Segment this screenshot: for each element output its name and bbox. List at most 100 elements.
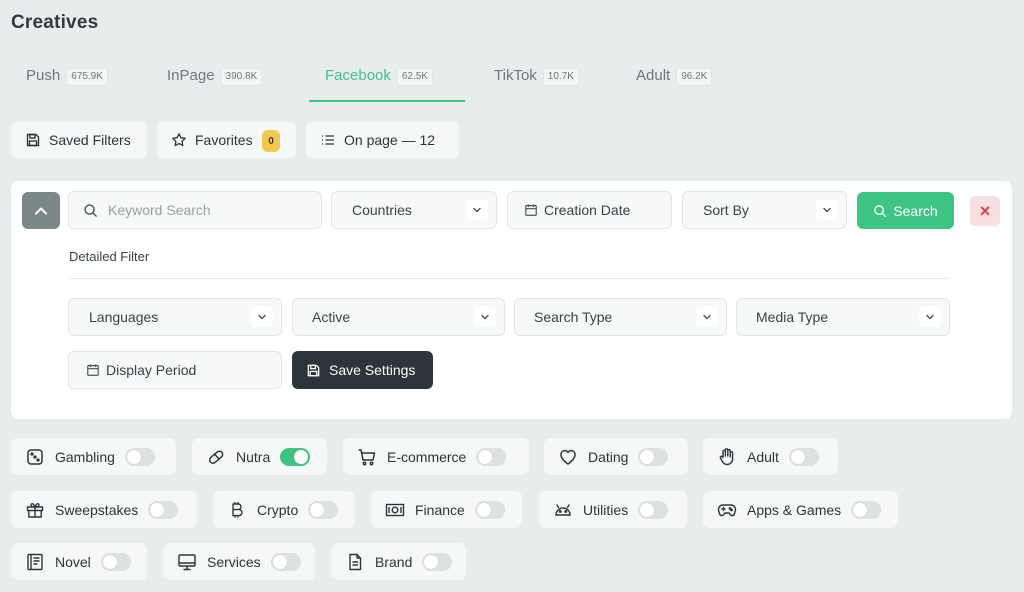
category-toggle[interactable] xyxy=(124,447,155,466)
save-settings-label: Save Settings xyxy=(329,362,416,378)
tab-count-badge: 96.2K xyxy=(676,68,713,86)
category-label: Services xyxy=(207,553,261,570)
category-gambling[interactable]: Gambling xyxy=(11,438,176,475)
tab-inpage[interactable]: InPage 390.8K xyxy=(167,60,263,102)
category-novel[interactable]: Novel xyxy=(11,543,147,580)
category-toggle[interactable] xyxy=(148,500,179,519)
divider xyxy=(69,278,950,279)
tab-label: InPage xyxy=(167,67,215,84)
favorites-button[interactable]: Favorites 0 xyxy=(157,122,296,158)
category-adult[interactable]: Adult xyxy=(703,438,838,475)
collapse-filter-button[interactable] xyxy=(22,192,60,229)
favorites-label: Favorites xyxy=(195,132,253,148)
search-type-label: Search Type xyxy=(534,309,613,325)
category-label: Brand xyxy=(375,553,413,570)
tab-adult[interactable]: Adult 96.2K xyxy=(636,60,713,102)
category-toggle[interactable] xyxy=(422,552,453,571)
book-icon xyxy=(27,553,43,570)
category-toggle[interactable] xyxy=(308,500,339,519)
category-services[interactable]: Services xyxy=(163,543,315,580)
search-type-select[interactable]: Search Type xyxy=(514,298,727,336)
category-apps-and-games[interactable]: Apps & Games xyxy=(703,491,898,528)
category-toggle[interactable] xyxy=(851,500,882,519)
heart-icon xyxy=(560,449,576,465)
floppy-disk-icon xyxy=(26,133,40,147)
media-type-select[interactable]: Media Type xyxy=(736,298,950,336)
saved-filters-label: Saved Filters xyxy=(49,132,131,148)
display-period-label: Display Period xyxy=(106,362,197,378)
gamepad-icon xyxy=(717,503,737,516)
sort-by-select[interactable]: Sort By xyxy=(682,191,847,229)
category-label: Crypto xyxy=(257,501,299,518)
pill-icon xyxy=(208,449,224,464)
countries-label: Countries xyxy=(352,202,412,218)
on-page-button[interactable]: On page — 12 xyxy=(306,122,459,158)
document-icon xyxy=(349,553,362,570)
category-dating[interactable]: Dating xyxy=(544,438,688,475)
category-toggle[interactable] xyxy=(100,552,131,571)
languages-label: Languages xyxy=(89,309,159,325)
chevron-up-icon xyxy=(35,207,47,214)
android-icon xyxy=(555,503,571,516)
category-toggle[interactable] xyxy=(270,552,301,571)
category-toggle[interactable] xyxy=(638,447,669,466)
category-toggle[interactable] xyxy=(280,447,311,466)
dice-icon xyxy=(27,448,43,465)
on-page-label: On page — 12 xyxy=(344,132,436,148)
category-label: Dating xyxy=(588,448,629,465)
close-filter-button[interactable]: × xyxy=(970,196,1000,226)
display-period-picker[interactable]: Display Period xyxy=(68,351,282,389)
search-button-label: Search xyxy=(893,202,938,219)
tab-count-badge: 675.9K xyxy=(66,68,108,86)
category-e-commerce[interactable]: E-commerce xyxy=(343,438,529,475)
save-settings-button[interactable]: Save Settings xyxy=(292,351,433,389)
search-icon xyxy=(874,204,887,217)
category-toggle[interactable] xyxy=(788,447,819,466)
category-crypto[interactable]: Crypto xyxy=(213,491,355,528)
cart-icon xyxy=(358,448,376,465)
category-label: Sweepstakes xyxy=(55,501,139,518)
detailed-filter-heading: Detailed Filter xyxy=(69,249,150,264)
category-label: Novel xyxy=(55,553,91,570)
chevron-down-icon xyxy=(696,307,718,327)
chevron-down-icon xyxy=(466,200,488,220)
creation-date-picker[interactable]: Creation Date xyxy=(507,191,672,229)
category-brand[interactable]: Brand xyxy=(331,543,466,580)
tab-tiktok[interactable]: TikTok 10.7K xyxy=(494,60,579,102)
active-select[interactable]: Active xyxy=(292,298,505,336)
category-label: Utilities xyxy=(583,501,629,518)
category-utilities[interactable]: Utilities xyxy=(539,491,687,528)
chevron-down-icon xyxy=(251,307,273,327)
category-sweepstakes[interactable]: Sweepstakes xyxy=(11,491,197,528)
category-toggle[interactable] xyxy=(638,500,669,519)
tab-facebook[interactable]: Facebook 62.5K xyxy=(325,60,434,102)
tab-count-badge: 10.7K xyxy=(542,68,579,86)
chevron-down-icon xyxy=(919,307,941,327)
category-nutra[interactable]: Nutra xyxy=(192,438,327,475)
chevron-down-icon xyxy=(474,307,496,327)
tab-count-badge: 62.5K xyxy=(396,68,434,86)
floppy-disk-icon xyxy=(307,364,320,376)
category-label: Adult xyxy=(747,448,779,465)
tab-push[interactable]: Push 675.9K xyxy=(26,60,108,102)
category-toggle[interactable] xyxy=(476,447,507,466)
category-label: Apps & Games xyxy=(747,501,842,518)
filter-panel: Keyword Search Countries Creation Date S… xyxy=(11,181,1012,419)
keyword-search-input[interactable]: Keyword Search xyxy=(68,191,322,229)
tab-count-badge: 390.8K xyxy=(220,68,263,86)
languages-select[interactable]: Languages xyxy=(68,298,282,336)
gift-icon xyxy=(26,502,44,518)
tab-label: Facebook xyxy=(325,67,391,84)
search-button[interactable]: Search xyxy=(857,192,954,229)
star-icon xyxy=(172,133,186,147)
tab-label: Adult xyxy=(636,67,671,84)
countries-select[interactable]: Countries xyxy=(331,191,497,229)
close-icon: × xyxy=(979,201,991,221)
creation-date-label: Creation Date xyxy=(544,202,631,218)
category-finance[interactable]: Finance xyxy=(371,491,522,528)
saved-filters-button[interactable]: Saved Filters xyxy=(11,122,147,158)
category-toggle[interactable] xyxy=(474,500,505,519)
list-icon xyxy=(322,135,334,145)
media-type-label: Media Type xyxy=(756,309,829,325)
favorites-count-badge: 0 xyxy=(262,130,280,152)
